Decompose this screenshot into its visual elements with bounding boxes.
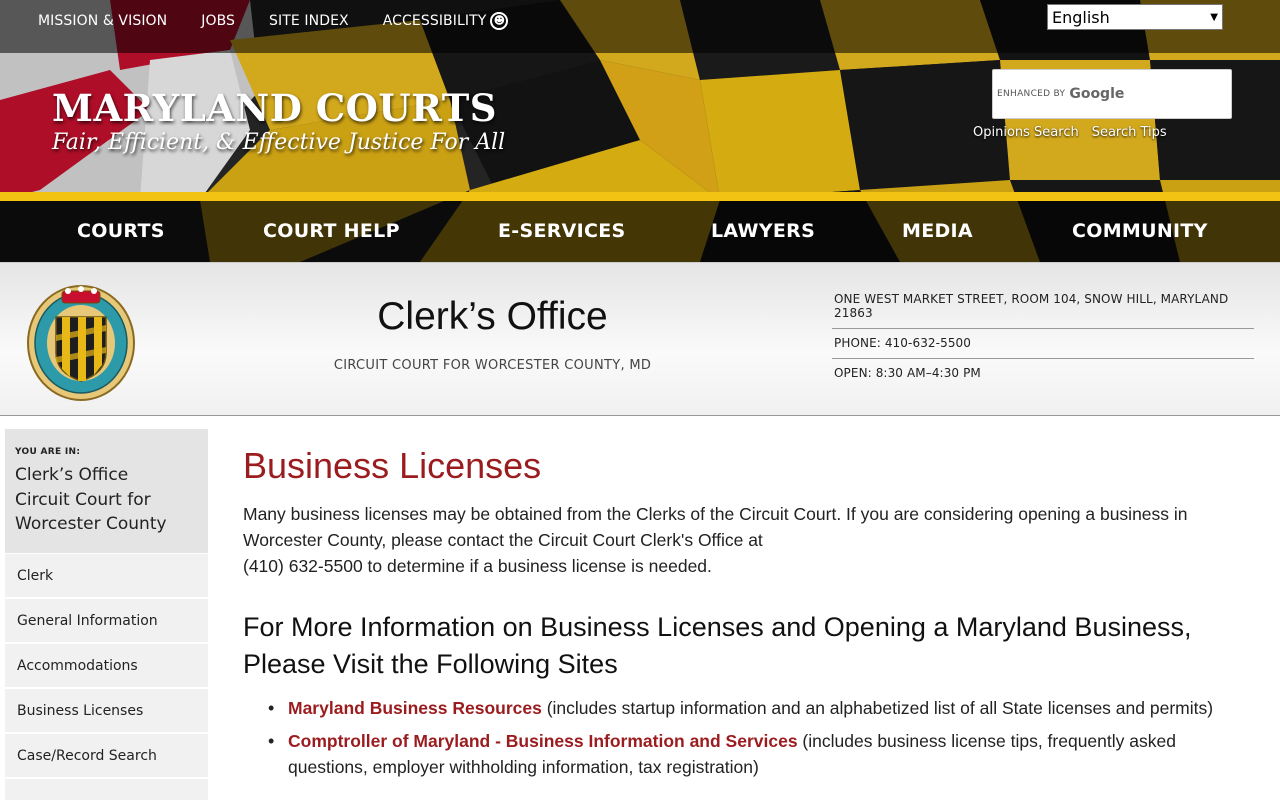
site-header: MISSION & VISION JOBS SITE INDEX ACCESSI… bbox=[0, 0, 1280, 262]
breadcrumb-line[interactable]: Circuit Court for bbox=[15, 488, 198, 513]
section-heading: For More Information on Business License… bbox=[243, 612, 1192, 679]
accessibility-icon: ☻ bbox=[490, 12, 509, 30]
site-logo-title[interactable]: MARYLAND COURTS bbox=[52, 86, 497, 130]
breadcrumb-line[interactable]: Clerk’s Office bbox=[15, 463, 198, 488]
you-are-in-label: YOU ARE IN: bbox=[15, 447, 81, 457]
search-links: Opinions Search Search Tips bbox=[973, 125, 1167, 140]
office-header: Clerk’s Office CIRCUIT COURT FOR WORCEST… bbox=[0, 262, 1280, 416]
worcester-county-seal-icon bbox=[27, 285, 135, 401]
mission-vision-link[interactable]: MISSION & VISION bbox=[38, 12, 167, 30]
list-item: Comptroller of Maryland - Business Infor… bbox=[268, 728, 1253, 780]
office-phone[interactable]: PHONE: 410-632-5500 bbox=[832, 329, 1254, 359]
office-subtitle: CIRCUIT COURT FOR WORCESTER COUNTY, MD bbox=[333, 358, 652, 373]
nav-e-services[interactable]: E-SERVICES bbox=[498, 220, 626, 242]
office-contact: ONE WEST MARKET STREET, ROOM 104, SNOW H… bbox=[832, 285, 1254, 388]
sidebar-item-accommodations[interactable]: Accommodations bbox=[5, 643, 208, 689]
search-enhanced-label: ENHANCED BY bbox=[997, 89, 1066, 99]
breadcrumb: YOU ARE IN: Clerk’s Office Circuit Court… bbox=[5, 429, 208, 554]
nav-courts[interactable]: COURTS bbox=[77, 220, 165, 242]
nav-media[interactable]: MEDIA bbox=[902, 220, 973, 242]
office-address: ONE WEST MARKET STREET, ROOM 104, SNOW H… bbox=[832, 285, 1254, 329]
sidebar-item-case-record-search[interactable]: Case/Record Search bbox=[5, 733, 208, 779]
jobs-link[interactable]: JOBS bbox=[201, 12, 235, 30]
nav-community[interactable]: COMMUNITY bbox=[1072, 220, 1208, 242]
gold-divider bbox=[0, 192, 1280, 201]
site-index-link[interactable]: SITE INDEX bbox=[269, 12, 349, 30]
breadcrumb-line[interactable]: Worcester County bbox=[15, 512, 198, 537]
sidebar-item-business-licenses[interactable]: Business Licenses bbox=[5, 688, 208, 734]
office-title: Clerk’s Office bbox=[377, 295, 608, 338]
resource-list: Maryland Business Resources (includes st… bbox=[243, 695, 1253, 780]
accessibility-label: ACCESSIBILITY bbox=[382, 13, 487, 29]
search-tips-link[interactable]: Search Tips bbox=[1092, 125, 1167, 140]
list-item: Maryland Business Resources (includes st… bbox=[268, 695, 1253, 721]
nav-lawyers[interactable]: LAWYERS bbox=[711, 220, 815, 242]
utility-nav: MISSION & VISION JOBS SITE INDEX ACCESSI… bbox=[38, 12, 509, 30]
sidebar: YOU ARE IN: Clerk’s Office Circuit Court… bbox=[5, 429, 208, 800]
accessibility-link[interactable]: ACCESSIBILITY ☻ bbox=[383, 12, 509, 30]
page-title: Business Licenses bbox=[243, 445, 542, 486]
intro-phone-text: (410) 632-5500 to determine if a busines… bbox=[243, 556, 712, 576]
sidebar-item-more[interactable] bbox=[5, 778, 208, 800]
main-nav: COURTS COURT HELP E-SERVICES LAWYERS MED… bbox=[0, 201, 1280, 262]
google-logo: Google bbox=[1069, 86, 1125, 102]
opinions-search-link[interactable]: Opinions Search bbox=[973, 125, 1079, 140]
intro-text: Many business licenses may be obtained f… bbox=[243, 504, 1188, 550]
chevron-down-icon: ▼ bbox=[1210, 11, 1218, 23]
site-tagline: Fair, Efficient, & Effective Justice For… bbox=[52, 130, 506, 155]
language-select-value: English bbox=[1052, 7, 1110, 27]
sidebar-item-general-information[interactable]: General Information bbox=[5, 598, 208, 644]
list-item-description: (includes startup information and an alp… bbox=[541, 698, 1214, 718]
maryland-business-resources-link[interactable]: Maryland Business Resources bbox=[288, 698, 542, 718]
main-content: Business Licenses Many business licenses… bbox=[243, 445, 1253, 787]
intro-paragraph: Many business licenses may be obtained f… bbox=[243, 501, 1253, 579]
search-input[interactable]: ENHANCED BY Google bbox=[992, 69, 1232, 119]
office-hours: OPEN: 8:30 AM–4:30 PM bbox=[834, 366, 981, 380]
sidebar-item-clerk[interactable]: Clerk bbox=[5, 553, 208, 599]
comptroller-business-link[interactable]: Comptroller of Maryland - Business Infor… bbox=[288, 731, 798, 751]
language-select[interactable]: English ▼ bbox=[1047, 4, 1223, 30]
nav-court-help[interactable]: COURT HELP bbox=[263, 220, 400, 242]
